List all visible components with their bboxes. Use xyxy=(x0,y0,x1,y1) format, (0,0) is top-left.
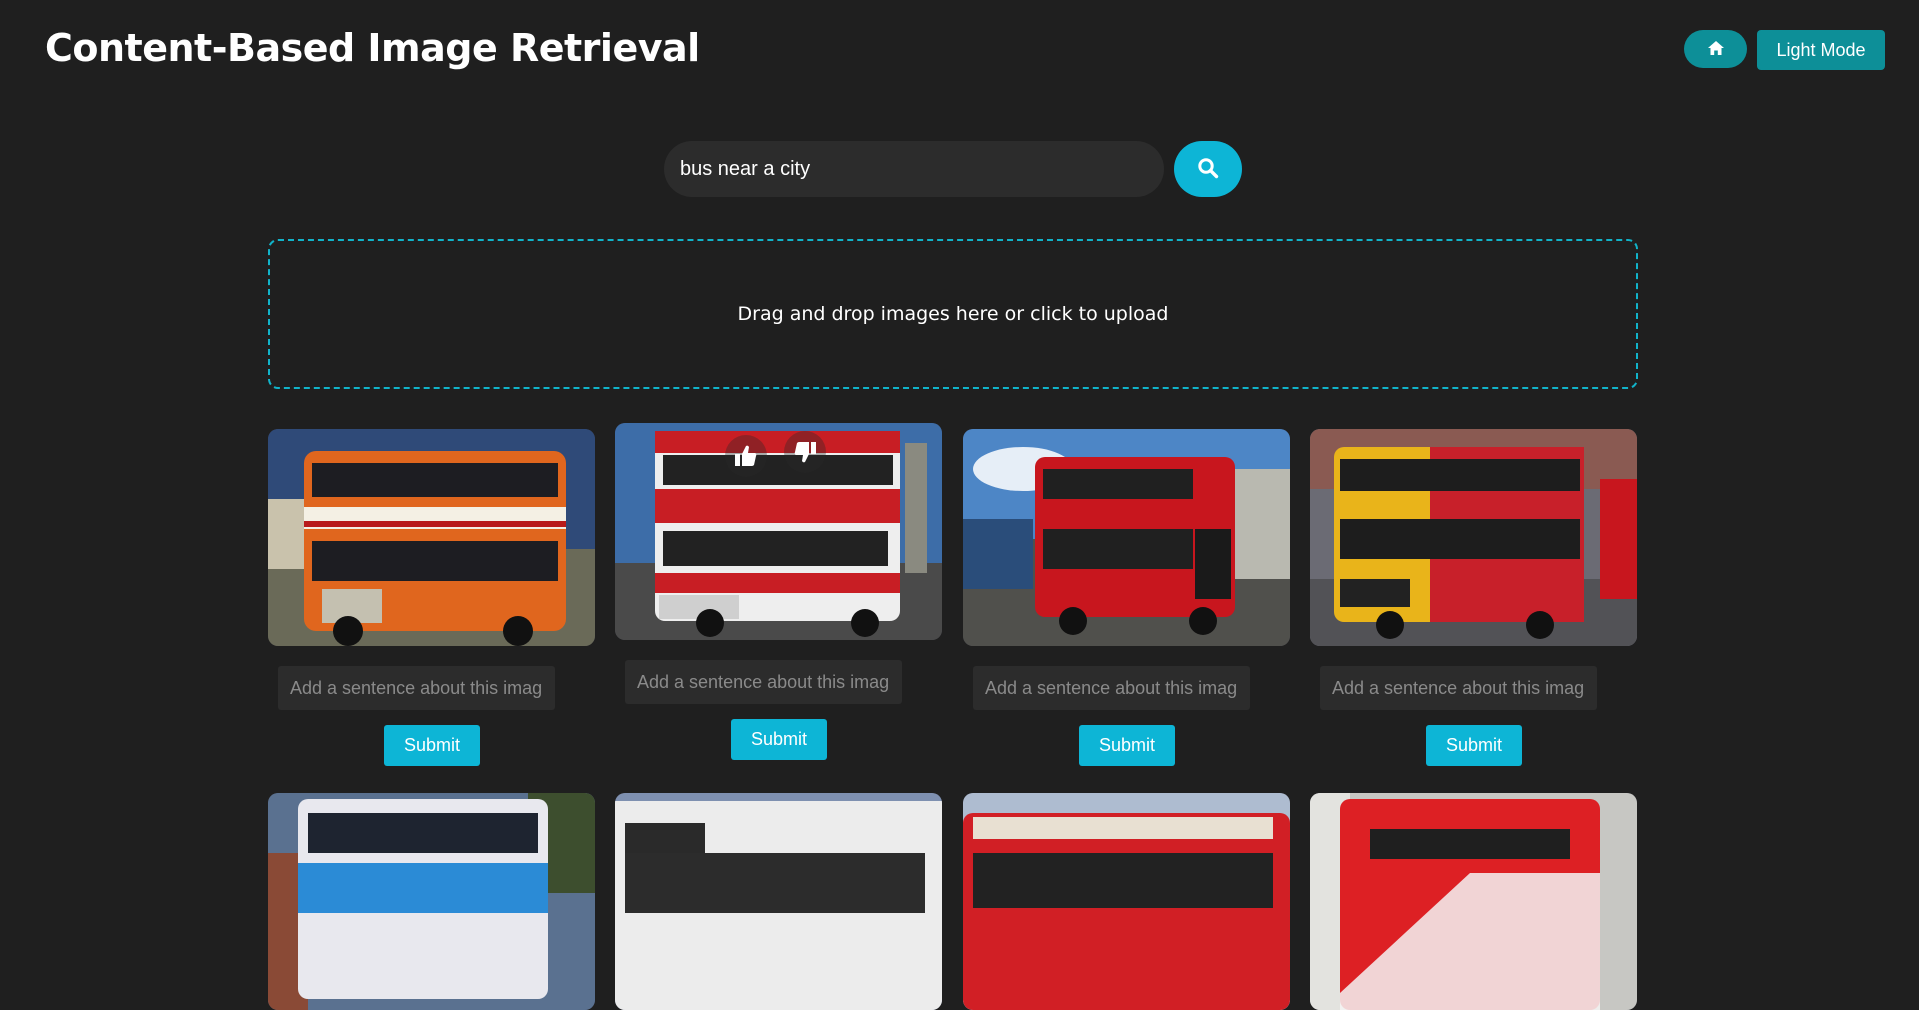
result-image[interactable] xyxy=(963,429,1290,646)
result-card: Submit xyxy=(963,429,1290,766)
submit-button[interactable]: Submit xyxy=(731,719,827,760)
result-card xyxy=(615,793,942,1010)
drop-zone-label: Drag and drop images here or click to up… xyxy=(737,303,1169,325)
dislike-button[interactable] xyxy=(784,431,826,473)
submit-button[interactable]: Submit xyxy=(384,725,480,766)
result-image[interactable] xyxy=(615,793,942,1010)
result-image[interactable] xyxy=(268,429,595,646)
like-button[interactable] xyxy=(725,435,767,477)
result-card: Submit xyxy=(1310,429,1637,766)
search-input[interactable] xyxy=(664,141,1164,197)
home-button[interactable] xyxy=(1684,30,1747,68)
result-image[interactable] xyxy=(1310,429,1637,646)
result-card xyxy=(963,793,1290,1010)
caption-input[interactable] xyxy=(1320,666,1597,710)
result-card: Submit xyxy=(615,423,942,760)
result-image[interactable] xyxy=(268,793,595,1010)
submit-button[interactable]: Submit xyxy=(1426,725,1522,766)
caption-input[interactable] xyxy=(625,660,902,704)
caption-input[interactable] xyxy=(973,666,1250,710)
submit-button[interactable]: Submit xyxy=(1079,725,1175,766)
thumbs-down-icon xyxy=(792,439,818,465)
thumbs-up-icon xyxy=(733,443,759,469)
image-drop-zone[interactable]: Drag and drop images here or click to up… xyxy=(268,239,1638,389)
light-mode-button[interactable]: Light Mode xyxy=(1757,30,1885,70)
home-icon xyxy=(1707,40,1724,58)
result-image[interactable] xyxy=(615,423,942,640)
result-card xyxy=(268,793,595,1010)
result-card: Submit xyxy=(268,429,595,766)
page-title: Content-Based Image Retrieval xyxy=(45,26,700,70)
search-button[interactable] xyxy=(1174,141,1242,197)
result-card xyxy=(1310,793,1637,1010)
result-image[interactable] xyxy=(963,793,1290,1010)
caption-input[interactable] xyxy=(278,666,555,710)
result-image[interactable] xyxy=(1310,793,1637,1010)
search-icon xyxy=(1197,157,1219,182)
